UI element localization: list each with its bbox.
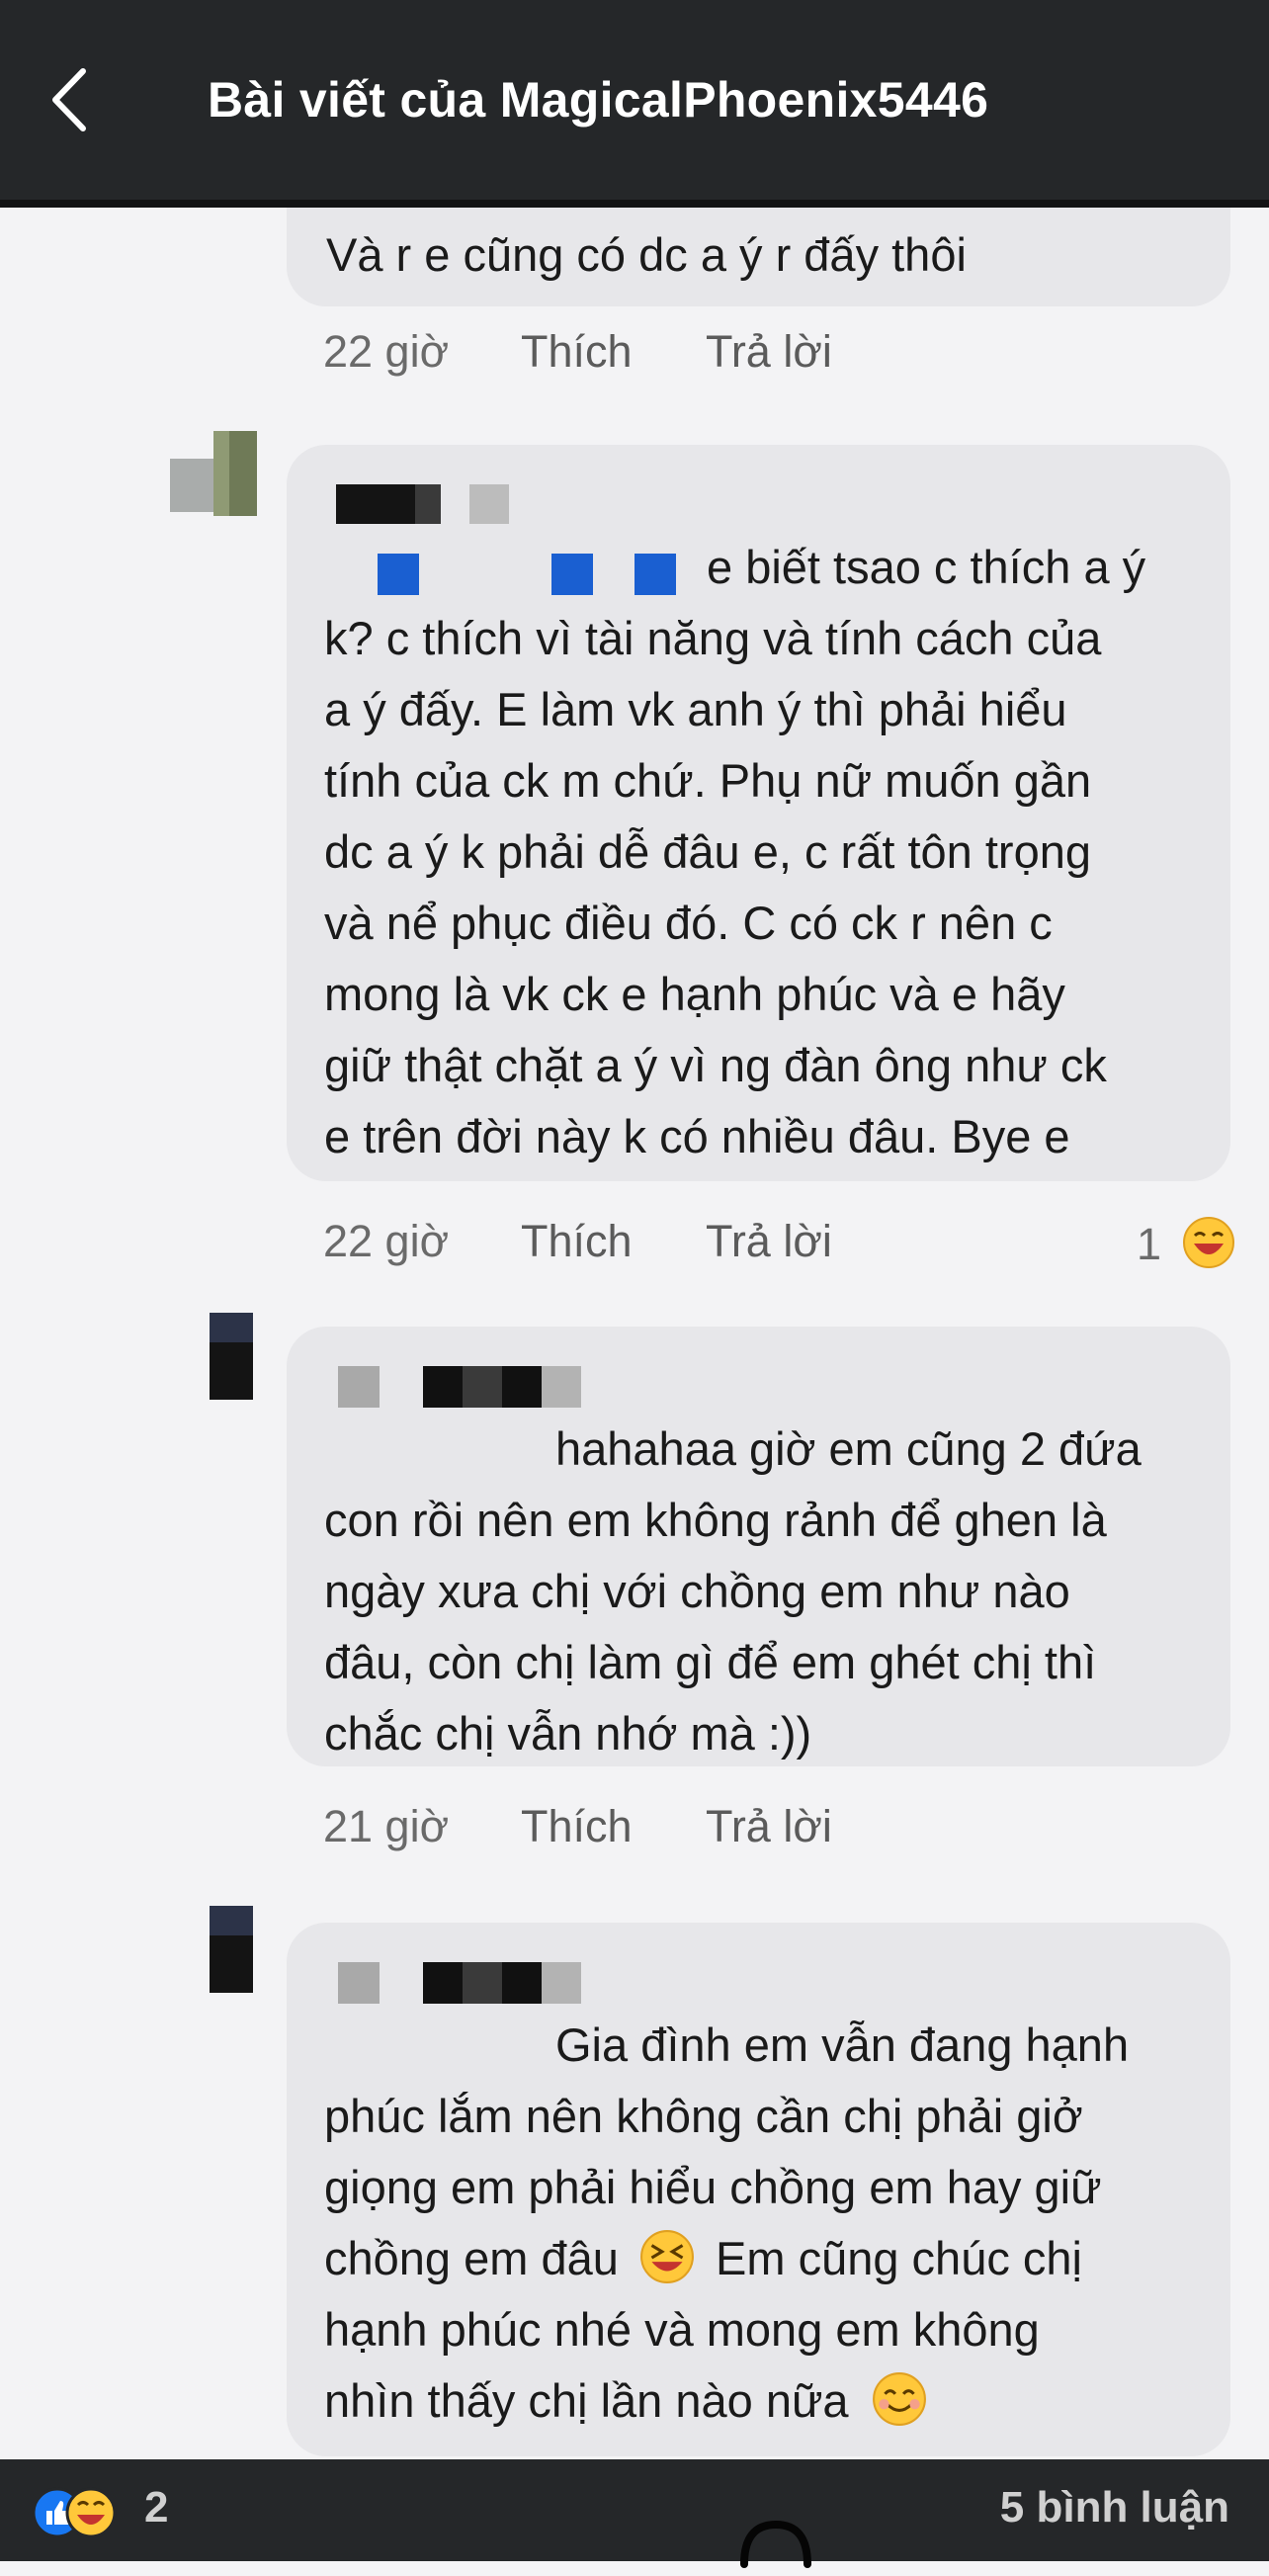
reply-link[interactable]: Trả lời	[706, 1216, 832, 1267]
like-link[interactable]: Thích	[521, 326, 633, 378]
laughing-emoji-icon	[1182, 1217, 1234, 1268]
header-bar: Bài viết của MagicalPhoenix5446	[0, 0, 1269, 208]
comment-text-line: Em cũng chúc chị	[716, 2232, 1082, 2284]
redacted-name	[336, 484, 415, 524]
avatar	[170, 431, 257, 516]
comment-text-line: phúc lắm nên không cần chị phải giở	[324, 2090, 1083, 2142]
footer-bar: 2 5 bình luận	[0, 2459, 1269, 2568]
comment-count-link[interactable]: 5 bình luận	[1000, 2483, 1229, 2533]
comment-text-line: chắc chị vẫn nhớ mà :))	[324, 1707, 812, 1760]
comment-text-line: nhìn thấy chị lần nào nữa	[324, 2374, 849, 2427]
comment-bubble: Và r e cũng có dc a ý r đấy thôi	[287, 208, 1230, 306]
like-link[interactable]: Thích	[521, 1801, 633, 1852]
like-link[interactable]: Thích	[521, 1216, 633, 1267]
comment-text-line: và nể phục điều đó. C có ck r nên c	[324, 897, 1053, 949]
comment-text-line: Và r e cũng có dc a ý r đấy thôi	[326, 228, 967, 281]
comment-text-line: k? c thích vì tài năng và tính cách của	[324, 612, 1102, 664]
comment-text-line: hạnh phúc nhé và mong em không	[324, 2303, 1040, 2356]
comment-text-line: đâu, còn chị làm gì để em ghét chị thì	[324, 1636, 1097, 1688]
grinning-squint-emoji-icon	[639, 2230, 694, 2283]
redacted-name	[338, 1962, 380, 2004]
comment-text-line: dc a ý k phải dễ đâu e, c rất tôn trọng	[324, 825, 1091, 878]
reaction-badges[interactable]	[32, 2487, 140, 2538]
comment-time: 21 giờ	[323, 1801, 450, 1851]
comment-text-line: e trên đời này k có nhiều đâu. Bye e	[324, 1110, 1070, 1162]
haha-emoji-icon	[65, 2487, 117, 2538]
comment-time: 22 giờ	[323, 326, 450, 377]
comment-text-line: a ý đấy. E làm vk anh ý thì phải hiểu	[324, 683, 1067, 735]
comment-bubble-icon	[740, 2520, 811, 2568]
page-title: Bài viết của MagicalPhoenix5446	[208, 72, 989, 128]
avatar	[210, 1906, 253, 1993]
comment-text-line: tính của ck m chứ. Phụ nữ muốn gần	[324, 754, 1092, 807]
comment-reaction[interactable]: 1	[1137, 1216, 1235, 1270]
comment-text-line: Gia đình em vẫn đang hạnh	[555, 2018, 1130, 2071]
reply-link[interactable]: Trả lời	[706, 326, 832, 378]
avatar	[210, 1313, 253, 1400]
comment-text-line: giữ thật chặt a ý vì ng đàn ông như ck	[324, 1039, 1107, 1091]
comment-bubble: Gia đình em vẫn đang hạnh phúc lắm nên k…	[287, 1923, 1230, 2456]
comment-bubble: e biết tsao c thích a ý k? c thích vì tà…	[287, 445, 1230, 1181]
comment-text-line: con rồi nên em không rảnh để ghen là	[324, 1494, 1107, 1546]
reply-link[interactable]: Trả lời	[706, 1801, 832, 1852]
redacted-name	[338, 1366, 380, 1408]
comment-text-line: e biết tsao c thích a ý	[707, 541, 1146, 593]
reaction-count: 1	[1137, 1219, 1162, 1269]
comment-time: 22 giờ	[323, 1216, 450, 1266]
comment-text-line: giọng em phải hiểu chồng em hay giữ	[324, 2161, 1102, 2213]
back-arrow-icon[interactable]	[47, 65, 91, 134]
reaction-count[interactable]: 2	[144, 2483, 168, 2533]
comment-text-line: hahahaa giờ em cũng 2 đứa	[555, 1422, 1142, 1475]
comment-text-line: ngày xưa chị với chồng em như nào	[324, 1565, 1070, 1617]
comments-screenshot: Và r e cũng có dc a ý r đấy thôi 22 giờ …	[0, 208, 1269, 2459]
comment-bubble: hahahaa giờ em cũng 2 đứa con rồi nên em…	[287, 1327, 1230, 1766]
comment-text-line: chồng em đâu	[324, 2232, 619, 2284]
comment-text-line: mong là vk ck e hạnh phúc và e hãy	[324, 968, 1065, 1020]
smiling-emoji-icon	[872, 2372, 926, 2426]
